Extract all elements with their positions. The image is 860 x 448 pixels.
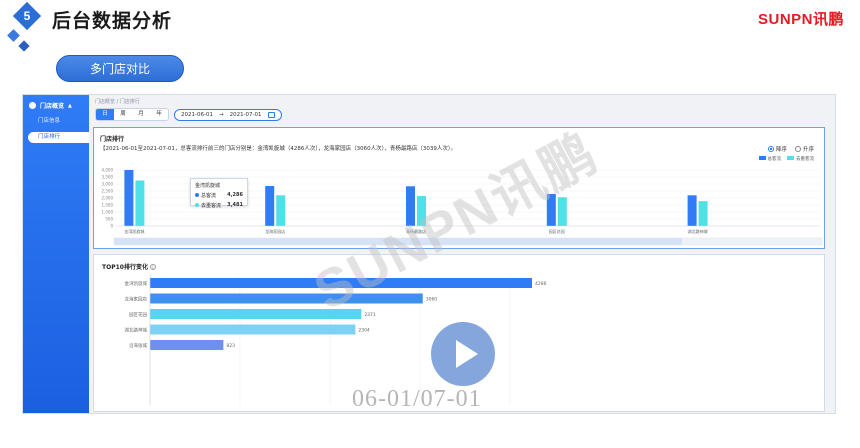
bar <box>150 340 224 350</box>
bar <box>150 324 356 335</box>
tooltip-value: 4,286 <box>227 192 243 198</box>
radio-icon <box>794 146 801 152</box>
legend-item-total[interactable]: 总客流 <box>758 156 782 162</box>
sidebar: 门店概览 ▲ 门店信息 门店排行 <box>23 95 89 413</box>
date-start: 2021-06-01 <box>181 111 213 118</box>
tab-day[interactable]: 日 <box>96 109 114 120</box>
date-end: 2021-07-01 <box>229 111 262 118</box>
data-label: 4286 <box>535 281 547 287</box>
bar-unique <box>135 180 145 226</box>
bar-total <box>124 170 134 226</box>
period-tabs: 日 周 月 年 <box>95 108 169 121</box>
arrow-right-icon: → <box>218 111 224 118</box>
data-label: 823 <box>226 343 235 349</box>
tooltip-row: 去重客流 3,481 <box>195 202 243 209</box>
date-range-picker[interactable]: 2021-06-01 → 2021-07-01 <box>174 108 282 121</box>
chart-tooltip: 金湾凯旋城 总客流 4,286 去重客流 3,481 <box>190 178 248 209</box>
breadcrumb-current: 门店排行 <box>119 99 140 105</box>
sidebar-item-store-ranking[interactable]: 门店排行 <box>28 132 89 143</box>
tab-month[interactable]: 月 <box>132 109 150 120</box>
y-tick-label: 园区花园 <box>129 311 147 318</box>
bar-total <box>265 186 275 226</box>
toolbar: 日 周 月 年 2021-06-01 → 2021-07-01 <box>95 108 282 121</box>
x-tick-label: 园区花园 <box>549 228 565 234</box>
y-tick-label: 金湾凯旋城 <box>125 280 148 287</box>
slide-title: 后台数据分析 <box>52 10 173 32</box>
sort-desc-radio[interactable]: 降序 <box>767 145 787 153</box>
tooltip-label-text: 总客流 <box>201 193 217 199</box>
tab-week[interactable]: 周 <box>114 109 132 120</box>
data-label: 3060 <box>426 297 438 303</box>
card-title: 门店排行 <box>100 136 125 143</box>
tooltip-title: 金湾凯旋城 <box>195 183 221 189</box>
y-tick-label: 1,000 <box>102 210 114 215</box>
sort-asc-radio[interactable]: 升序 <box>794 145 814 153</box>
caret-up-icon: ▲ <box>68 102 72 109</box>
y-tick-label: 2,500 <box>102 189 114 194</box>
ranking-description: 【2021-06-01至2021-07-01，总客流排行前三的门店分别是：金湾凯… <box>100 146 457 152</box>
sidebar-group[interactable]: 门店概览 ▲ <box>29 101 72 110</box>
slide: 5 后台数据分析 SUNPN讯鹏 多门店对比 门店概览 ▲ 门店信息 门店排行 … <box>0 0 860 448</box>
x-tick-label: 金湾凯旋城 <box>124 228 144 234</box>
play-icon[interactable] <box>456 340 478 368</box>
y-tick-label: 4,000 <box>102 168 114 173</box>
brand-logo: SUNPN讯鹏 <box>757 11 844 28</box>
y-tick-label: 3,500 <box>102 175 114 180</box>
bar-unique <box>698 201 708 226</box>
breadcrumb-separator: / <box>116 99 119 105</box>
legend-label: 总客流 <box>767 157 782 162</box>
bar-total <box>687 195 697 226</box>
decorative-diamond <box>18 40 30 52</box>
legend-swatch <box>787 156 794 160</box>
y-tick-label: 0 <box>110 224 113 229</box>
data-label: 2371 <box>364 312 376 318</box>
x-tick-label: 湖北路神城 <box>688 228 708 234</box>
chart-legend: 总客流 去重客流 <box>758 156 814 162</box>
store-icon <box>29 102 36 109</box>
tooltip-label-text: 去重客流 <box>201 203 222 209</box>
breadcrumb: 门店概览 / 门店排行 <box>95 98 140 105</box>
y-tick-label: 龙海家园店 <box>125 296 148 303</box>
step-number: 5 <box>23 9 31 23</box>
data-label: 2304 <box>358 328 370 334</box>
tooltip-label: 总客流 <box>195 192 216 199</box>
y-tick-label: 1,500 <box>102 203 114 208</box>
sort-desc-label: 降序 <box>775 147 787 153</box>
calendar-icon <box>267 111 275 118</box>
y-tick-label: 500 <box>105 217 113 222</box>
sidebar-item-store-info[interactable]: 门店信息 <box>23 116 89 127</box>
tooltip-value: 3,481 <box>227 202 243 208</box>
radio-checked-icon <box>767 146 774 152</box>
y-tick-label: 2,000 <box>102 196 114 201</box>
bar-unique <box>276 195 286 226</box>
y-tick-label: 湖北路神城 <box>125 327 148 334</box>
breadcrumb-parent[interactable]: 门店概览 <box>95 99 115 105</box>
legend-item-unique[interactable]: 去重客流 <box>787 156 814 162</box>
y-tick-label: 3,000 <box>102 182 114 187</box>
legend-label: 去重客流 <box>796 157 814 162</box>
tooltip-row: 总客流 4,286 <box>195 192 243 199</box>
legend-swatch <box>758 156 766 160</box>
section-button[interactable]: 多门店对比 <box>56 55 184 82</box>
decorative-diamond <box>7 29 20 42</box>
sort-asc-label: 升序 <box>802 147 814 153</box>
dot-icon <box>195 193 199 197</box>
y-tick-label: 沿海张城 <box>129 342 147 349</box>
sidebar-group-label: 门店概览 <box>40 103 65 110</box>
dot-icon <box>195 203 199 207</box>
sort-options: 降序 升序 <box>767 145 814 153</box>
tooltip-label: 去重客流 <box>195 202 221 209</box>
x-tick-label: 龙海家园店 <box>265 228 285 234</box>
video-timestamp: 06-01/07-01 <box>352 386 482 412</box>
tab-year[interactable]: 年 <box>150 109 168 120</box>
